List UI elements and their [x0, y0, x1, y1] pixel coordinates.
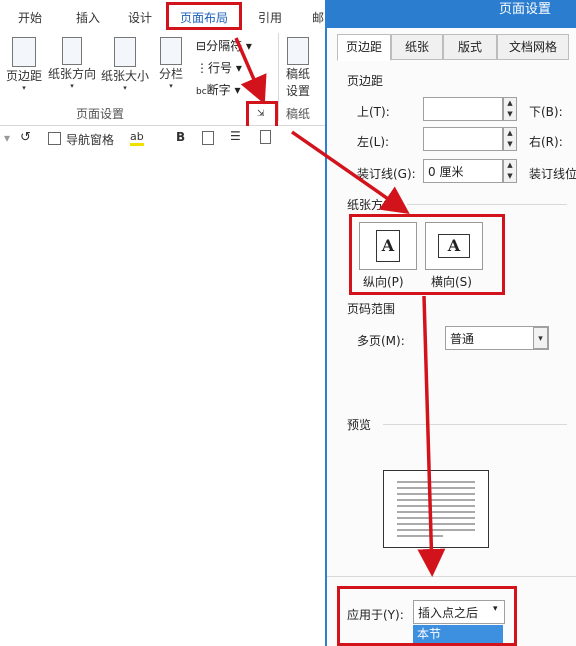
orientation-icon	[62, 37, 82, 65]
draft-paper-icon	[287, 37, 309, 65]
tab-home[interactable]: 开始	[18, 9, 42, 26]
draft-paper-button[interactable]: 稿纸 设置	[282, 37, 314, 99]
page-icon[interactable]	[260, 130, 271, 144]
left-margin-input[interactable]	[423, 127, 503, 151]
divider	[327, 576, 576, 577]
nav-pane-checkbox[interactable]	[48, 132, 61, 145]
left-margin-label: 左(L):	[357, 135, 390, 149]
right-margin-label: 右(R):	[529, 135, 563, 149]
size-button[interactable]: 纸张大小 ▾	[100, 37, 150, 92]
top-margin-label: 上(T):	[357, 105, 390, 119]
tab-design[interactable]: 设计	[128, 9, 152, 26]
chevron-down-icon: ▾	[169, 82, 173, 90]
highlight-icon[interactable]: ab	[130, 130, 144, 146]
chevron-down-icon: ▾	[70, 82, 74, 90]
gutter-label: 装订线(G):	[357, 167, 416, 181]
box-icon[interactable]	[202, 131, 214, 145]
dialog-title: 页面设置	[499, 2, 552, 17]
orientation-section-label: 纸张方向	[347, 198, 396, 212]
margins-button[interactable]: 页边距 ▾	[4, 37, 44, 92]
gutter-spinner[interactable]: ▲ ▼	[503, 159, 517, 183]
page-setup-dialog: 页面设置 页边距 纸张 版式 文档网格 页边距 上(T): ▲ ▼ 下(B): 左…	[325, 0, 576, 646]
tab-layout[interactable]: 版式	[443, 34, 497, 60]
hyphenation-icon: bc	[196, 87, 207, 97]
top-margin-input[interactable]	[423, 97, 503, 121]
bold-button[interactable]: B	[176, 130, 185, 144]
columns-button[interactable]: 分栏 ▾	[156, 37, 186, 90]
tab-references[interactable]: 引用	[258, 9, 282, 26]
breaks-button[interactable]: ⊟分隔符 ▾	[196, 37, 252, 54]
left-margin-spinner[interactable]: ▲ ▼	[503, 127, 517, 151]
group-label-draft: 稿纸	[286, 107, 311, 121]
landscape-label: 横向(S)	[431, 275, 472, 289]
divider	[407, 204, 567, 205]
multiple-pages-label: 多页(M):	[357, 334, 405, 348]
divider	[383, 424, 567, 425]
gutter-position-label: 装订线位置	[529, 167, 576, 181]
apply-to-select[interactable]: 插入点之后	[413, 600, 505, 624]
portrait-label: 纵向(P)	[363, 275, 404, 289]
document-area[interactable]	[0, 152, 330, 646]
gutter-input[interactable]: 0 厘米	[423, 159, 503, 183]
orientation-button[interactable]: 纸张方向 ▾	[46, 37, 98, 90]
preview-page-icon	[383, 470, 489, 548]
pages-section-label: 页码范围	[347, 302, 396, 316]
landscape-page-icon: A	[438, 234, 470, 258]
portrait-page-icon: A	[376, 230, 400, 262]
refresh-icon[interactable]: ↺	[20, 130, 31, 145]
ribbon-page-setup: 页边距 ▾ 纸张方向 ▾ 纸张大小 ▾ 分栏 ▾ ⊟分隔符 ▾ ⋮行号 ▾ bc…	[0, 33, 330, 129]
dropdown-arrow-icon[interactable]: ▾	[4, 131, 10, 145]
line-numbers-button[interactable]: ⋮行号 ▾	[196, 59, 242, 76]
tab-paper[interactable]: 纸张	[391, 34, 443, 60]
tab-margins[interactable]: 页边距	[337, 34, 391, 61]
orientation-label: 纸张方向	[47, 67, 96, 81]
breaks-icon: ⊟	[196, 39, 207, 53]
landscape-button[interactable]: A	[425, 222, 483, 270]
preview-section-label: 预览	[347, 418, 372, 432]
chevron-down-icon[interactable]: ▾	[493, 604, 498, 614]
nav-pane-label: 导航窗格	[66, 133, 115, 147]
columns-label: 分栏	[158, 67, 183, 81]
apply-option-this-section[interactable]: 本节	[413, 625, 503, 643]
tab-mailings[interactable]: 邮	[312, 9, 324, 26]
margins-label: 页边距	[5, 69, 42, 83]
top-margin-spinner[interactable]: ▲ ▼	[503, 97, 517, 121]
columns-icon	[160, 37, 182, 65]
portrait-button[interactable]: A	[359, 222, 417, 270]
group-label-page-setup: 页面设置	[76, 107, 125, 121]
dialog-launcher-icon[interactable]: ⇲	[257, 109, 265, 119]
margins-icon	[12, 37, 36, 67]
apply-to-label: 应用于(Y):	[347, 608, 404, 622]
align-icon[interactable]: ☰	[230, 129, 241, 143]
hyphenation-button[interactable]: bc断字 ▾	[196, 81, 241, 98]
tab-page-layout[interactable]: 页面布局	[180, 9, 228, 26]
bottom-margin-label: 下(B):	[529, 105, 563, 119]
line-numbers-icon: ⋮	[196, 61, 208, 75]
quick-toolbar: ▾ ↺ 导航窗格 ab B ☰	[0, 126, 330, 153]
margins-section-label: 页边距	[347, 74, 384, 88]
size-label: 纸张大小	[100, 69, 149, 83]
dialog-title-bar: 页面设置	[327, 0, 576, 28]
tab-document-grid[interactable]: 文档网格	[497, 34, 569, 60]
paper-size-icon	[114, 37, 136, 67]
group-divider	[278, 33, 279, 121]
chevron-down-icon: ▾	[123, 84, 127, 92]
chevron-down-icon: ▾	[22, 84, 26, 92]
ribbon-tab-bar: 开始 插入 设计 页面布局 引用 邮	[0, 0, 330, 34]
tab-insert[interactable]: 插入	[76, 9, 100, 26]
chevron-down-icon[interactable]: ▾	[533, 327, 548, 349]
